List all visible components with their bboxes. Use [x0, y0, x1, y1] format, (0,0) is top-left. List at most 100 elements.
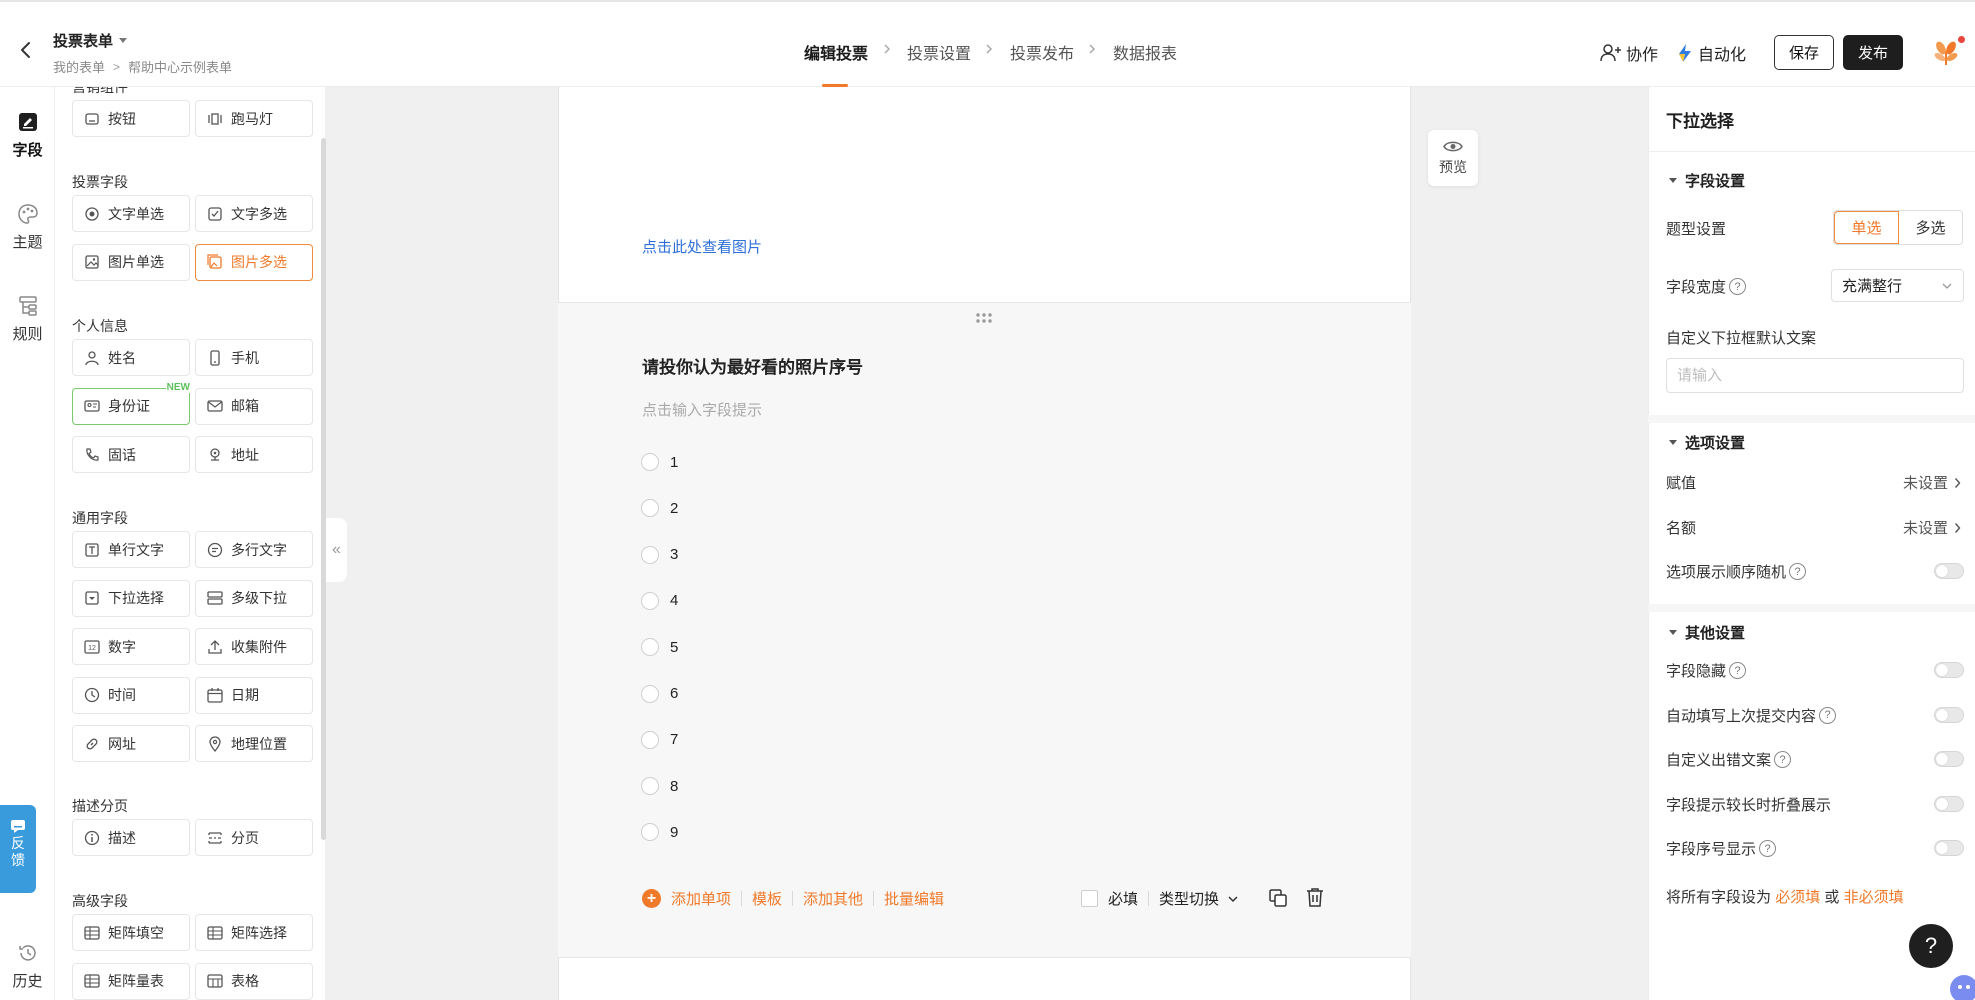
- component-item[interactable]: 图片多选: [195, 243, 313, 281]
- preview-button[interactable]: 预览: [1428, 130, 1478, 186]
- setting-toggle[interactable]: [1934, 751, 1964, 767]
- radio-button[interactable]: [641, 453, 659, 471]
- option-item[interactable]: 8: [641, 777, 678, 796]
- setting-toggle[interactable]: [1934, 706, 1964, 723]
- help-icon[interactable]: ?: [1759, 840, 1777, 857]
- help-icon[interactable]: ?: [1729, 278, 1747, 295]
- component-item[interactable]: 多行文字: [195, 531, 313, 568]
- option-item[interactable]: 1: [641, 453, 678, 471]
- view-image-link[interactable]: 点击此处查看图片: [642, 236, 762, 257]
- option-item[interactable]: 6: [641, 684, 678, 703]
- help-button[interactable]: ?: [1909, 924, 1953, 968]
- radio-button[interactable]: [641, 823, 659, 842]
- component-item[interactable]: 12 数字: [72, 628, 190, 665]
- breadcrumb-my-forms[interactable]: 我的表单: [53, 57, 105, 76]
- component-item[interactable]: 表格: [195, 962, 313, 1000]
- question-hint[interactable]: 点击输入字段提示: [642, 399, 762, 420]
- publish-button[interactable]: 发布: [1843, 35, 1903, 70]
- setting-toggle[interactable]: [1934, 795, 1964, 812]
- component-item[interactable]: 时间: [72, 676, 190, 714]
- type-switch-dropdown[interactable]: 类型切换: [1159, 888, 1239, 909]
- radio-button[interactable]: [641, 545, 659, 564]
- field-width-select[interactable]: 充满整行: [1831, 269, 1964, 302]
- component-item[interactable]: 矩阵填空: [72, 914, 190, 951]
- component-item[interactable]: 姓名: [72, 339, 190, 376]
- drag-handle-icon[interactable]: [975, 312, 993, 324]
- help-icon[interactable]: ?: [1819, 706, 1837, 724]
- type-multi-option[interactable]: 多选: [1899, 211, 1962, 244]
- copy-icon[interactable]: [1268, 888, 1288, 908]
- rail-theme[interactable]: 主题: [0, 203, 55, 252]
- component-item[interactable]: 多级下拉: [195, 579, 313, 617]
- setting-toggle[interactable]: [1934, 840, 1964, 856]
- component-item[interactable]: 分页: [195, 819, 313, 856]
- component-item[interactable]: 矩阵选择: [195, 914, 313, 951]
- component-item[interactable]: 日期: [195, 676, 313, 714]
- assign-value-link[interactable]: 未设置: [1903, 472, 1961, 493]
- rail-history[interactable]: 历史: [0, 942, 55, 991]
- set-all-optional-link[interactable]: 非必须填: [1844, 889, 1904, 906]
- field-settings-header[interactable]: 字段设置: [1669, 170, 1745, 191]
- quota-value-link[interactable]: 未设置: [1903, 517, 1961, 538]
- option-item[interactable]: 3: [641, 545, 678, 564]
- option-item[interactable]: 9: [641, 823, 678, 842]
- setting-toggle[interactable]: [1934, 662, 1964, 678]
- back-arrow-icon[interactable]: [14, 38, 38, 62]
- component-item[interactable]: 地址: [195, 436, 313, 473]
- help-icon[interactable]: ?: [1789, 563, 1807, 580]
- option-item[interactable]: 7: [641, 730, 678, 749]
- component-item[interactable]: 按钮: [72, 100, 190, 137]
- type-single-option[interactable]: 单选: [1834, 211, 1899, 244]
- rail-rules[interactable]: 规则: [0, 295, 55, 344]
- radio-button[interactable]: [641, 777, 659, 796]
- radio-button[interactable]: [641, 684, 659, 703]
- add-other-button[interactable]: 添加其他: [803, 888, 863, 909]
- component-item[interactable]: 文字多选: [195, 195, 313, 232]
- component-item[interactable]: 下拉选择: [72, 579, 190, 617]
- option-item[interactable]: 2: [641, 499, 678, 518]
- component-item[interactable]: 跑马灯: [195, 100, 313, 137]
- add-circle-icon[interactable]: +: [642, 889, 661, 908]
- step-vote-publish[interactable]: 投票发布: [1010, 40, 1074, 64]
- step-edit-vote[interactable]: 编辑投票: [804, 40, 868, 64]
- component-item[interactable]: 图片单选: [72, 243, 190, 281]
- help-icon[interactable]: ?: [1774, 751, 1792, 768]
- other-settings-header[interactable]: 其他设置: [1669, 622, 1745, 643]
- random-order-toggle[interactable]: [1934, 563, 1964, 579]
- save-button[interactable]: 保存: [1774, 35, 1834, 70]
- question-title[interactable]: 请投你认为最好看的照片序号: [642, 353, 863, 378]
- rail-fields[interactable]: 字段: [0, 111, 55, 160]
- brand-logo-icon[interactable]: [1932, 39, 1960, 67]
- automation-button[interactable]: 自动化: [1676, 41, 1746, 65]
- collapse-panel-handle[interactable]: «: [326, 518, 347, 582]
- template-button[interactable]: 模板: [752, 888, 782, 909]
- form-title-dropdown[interactable]: 投票表单: [53, 30, 128, 51]
- component-item[interactable]: 固话: [72, 436, 190, 473]
- trash-icon[interactable]: [1305, 887, 1325, 908]
- help-icon[interactable]: ?: [1729, 662, 1747, 679]
- default-text-input[interactable]: [1666, 358, 1964, 393]
- component-item[interactable]: 描述: [72, 819, 190, 856]
- component-item[interactable]: 手机: [195, 339, 313, 376]
- radio-button[interactable]: [641, 499, 659, 518]
- component-item[interactable]: 网址: [72, 725, 190, 762]
- component-item[interactable]: 邮箱: [195, 387, 313, 425]
- add-option-button[interactable]: 添加单项: [671, 888, 731, 909]
- bulk-edit-button[interactable]: 批量编辑: [884, 888, 944, 909]
- collaborate-button[interactable]: 协作: [1600, 41, 1658, 65]
- step-data-report[interactable]: 数据报表: [1113, 40, 1177, 64]
- required-checkbox[interactable]: [1081, 890, 1098, 907]
- option-item[interactable]: 4: [641, 591, 678, 610]
- component-item[interactable]: 单行文字: [72, 531, 190, 568]
- option-item[interactable]: 5: [641, 638, 678, 657]
- mascot-icon[interactable]: [1946, 972, 1975, 1000]
- feedback-tab[interactable]: 反馈: [0, 805, 36, 893]
- radio-button[interactable]: [641, 638, 659, 657]
- set-all-required-link[interactable]: 必须填: [1775, 889, 1820, 906]
- component-item[interactable]: 文字单选: [72, 195, 190, 232]
- component-item[interactable]: 矩阵量表: [72, 962, 190, 1000]
- step-vote-settings[interactable]: 投票设置: [907, 40, 971, 64]
- component-item[interactable]: 收集附件: [195, 628, 313, 665]
- radio-button[interactable]: [641, 730, 659, 749]
- component-item[interactable]: 身份证 NEW: [72, 381, 191, 425]
